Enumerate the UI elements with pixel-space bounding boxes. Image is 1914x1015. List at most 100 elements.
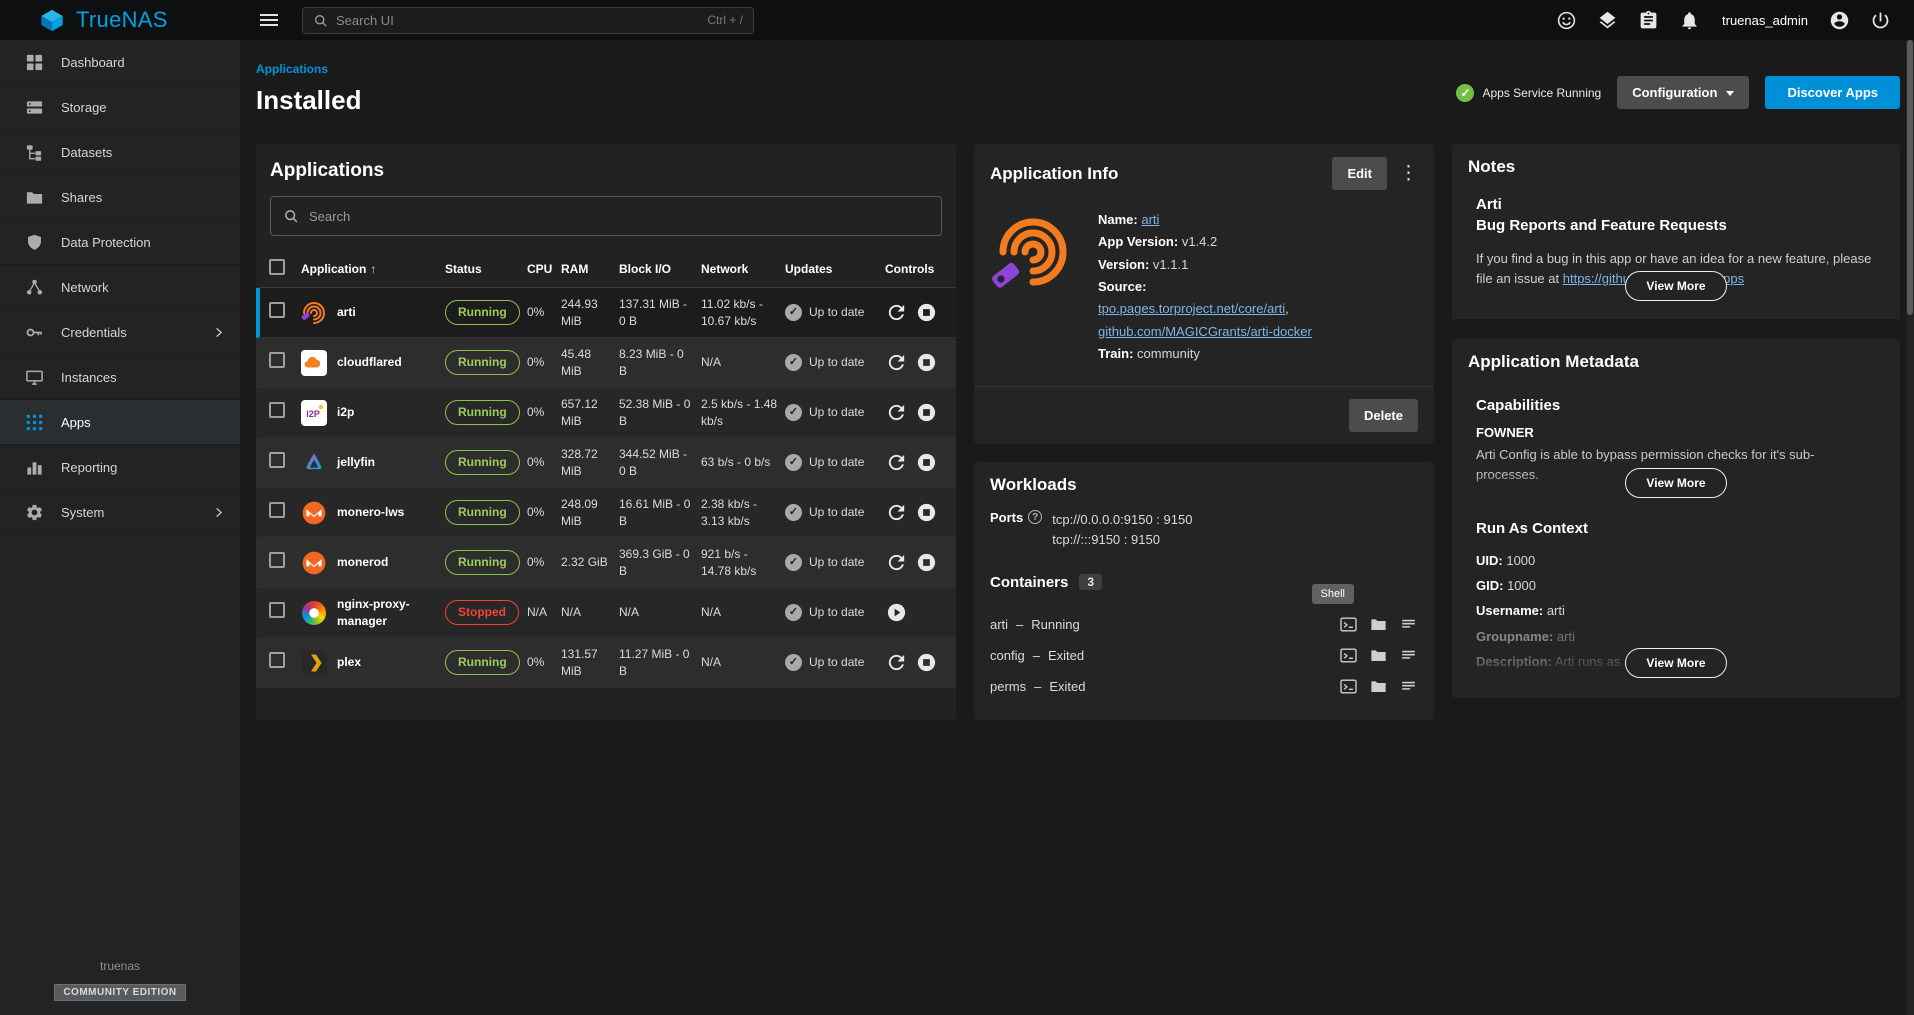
discover-apps-button[interactable]: Discover Apps	[1765, 76, 1900, 109]
user-account-icon[interactable]	[1829, 9, 1851, 31]
application-info-title: Application Info	[990, 164, 1332, 184]
delete-button[interactable]: Delete	[1349, 399, 1418, 432]
ports-help-icon[interactable]: ?	[1028, 510, 1042, 524]
status-badge: Running	[445, 300, 520, 324]
stop-app-button[interactable]	[915, 401, 938, 424]
sidebar-item-shares[interactable]: Shares	[0, 175, 240, 220]
sidebar-item-datasets[interactable]: Datasets	[0, 130, 240, 175]
checklist-clipboard-icon[interactable]	[1638, 9, 1660, 31]
container-browse-folder-icon[interactable]	[1369, 677, 1388, 696]
row-checkbox[interactable]	[269, 352, 285, 368]
cpu-value: 0%	[527, 554, 561, 570]
row-checkbox[interactable]	[269, 402, 285, 418]
table-row-i2p[interactable]: I2P i2p Running 0% 657.12 MiB 52.38 MiB …	[256, 388, 956, 438]
restart-app-button[interactable]	[885, 451, 908, 474]
sidebar-item-dashboard[interactable]: Dashboard	[0, 40, 240, 85]
app-name: plex	[337, 654, 361, 670]
source-link-1[interactable]: tpo.pages.torproject.net/core/arti	[1098, 301, 1285, 316]
table-row-monerod[interactable]: monerod Running 0% 2.32 GiB 369.3 GiB - …	[256, 538, 956, 588]
row-checkbox[interactable]	[269, 302, 285, 318]
container-logs-icon[interactable]	[1399, 646, 1418, 665]
configuration-button[interactable]: Configuration	[1617, 76, 1749, 109]
table-row-monero-lws[interactable]: monero-lws Running 0% 248.09 MiB 16.61 M…	[256, 488, 956, 538]
feedback-smiley-icon[interactable]	[1556, 9, 1578, 31]
container-logs-icon[interactable]	[1399, 677, 1418, 696]
ram-value: 244.93 MiB	[561, 296, 619, 328]
source-link-2[interactable]: github.com/MAGICGrants/arti-docker	[1098, 324, 1312, 339]
sidebar-item-credentials[interactable]: Credentials	[0, 310, 240, 355]
network-value: N/A	[701, 604, 785, 620]
restart-app-button[interactable]	[885, 351, 908, 374]
sidebar-item-apps[interactable]: Apps	[0, 400, 240, 445]
restart-app-button[interactable]	[885, 551, 908, 574]
global-search[interactable]: Ctrl + /	[302, 7, 754, 34]
container-browse-folder-icon[interactable]	[1369, 615, 1388, 634]
breadcrumb[interactable]: Applications	[256, 62, 328, 76]
sidebar-item-reporting[interactable]: Reporting	[0, 445, 240, 490]
network-value: 921 b/s - 14.78 kb/s	[701, 546, 785, 578]
column-application[interactable]: Application↑	[301, 261, 445, 277]
table-row-nginx-proxy-manager[interactable]: nginx-proxy-manager Stopped N/A N/A N/A …	[256, 588, 956, 638]
container-browse-folder-icon[interactable]	[1369, 646, 1388, 665]
hamburger-menu-icon[interactable]	[252, 5, 286, 35]
row-checkbox[interactable]	[269, 602, 285, 618]
notes-view-more-button[interactable]: View More	[1625, 271, 1726, 301]
container-shell-icon[interactable]	[1339, 677, 1358, 696]
column-cpu[interactable]: CPU	[527, 261, 561, 277]
table-row-jellyfin[interactable]: jellyfin Running 0% 328.72 MiB 344.52 Mi…	[256, 438, 956, 488]
capabilities-view-more-button[interactable]: View More	[1625, 468, 1726, 498]
restart-app-button[interactable]	[885, 401, 908, 424]
table-row-arti[interactable]: arti Running 0% 244.93 MiB 137.31 MiB - …	[256, 288, 956, 338]
stop-app-button[interactable]	[915, 351, 938, 374]
app-name-link[interactable]: arti	[1141, 212, 1159, 227]
app-name: jellyfin	[337, 454, 375, 470]
column-ram[interactable]: RAM	[561, 261, 619, 277]
scrollbar-thumb[interactable]	[1907, 40, 1913, 315]
edit-button[interactable]: Edit	[1332, 157, 1387, 190]
stop-app-button[interactable]	[915, 651, 938, 674]
row-checkbox[interactable]	[269, 652, 285, 668]
alerts-bell-icon[interactable]	[1679, 9, 1701, 31]
container-logs-icon[interactable]	[1399, 615, 1418, 634]
jobs-layers-icon[interactable]	[1597, 9, 1619, 31]
stop-app-button[interactable]	[915, 301, 938, 324]
global-search-input[interactable]	[336, 13, 699, 28]
container-shell-icon[interactable]	[1339, 615, 1358, 634]
restart-app-button[interactable]	[885, 501, 908, 524]
select-all-checkbox[interactable]	[269, 259, 285, 275]
sidebar-item-label: Shares	[61, 190, 102, 205]
sidebar-item-system[interactable]: System	[0, 490, 240, 535]
notes-title: Notes	[1468, 157, 1884, 177]
brand-name: TrueNAS	[76, 7, 168, 33]
column-block-io[interactable]: Block I/O	[619, 261, 701, 277]
sidebar-item-storage[interactable]: Storage	[0, 85, 240, 130]
row-checkbox[interactable]	[269, 452, 285, 468]
column-status[interactable]: Status	[445, 261, 527, 277]
row-checkbox[interactable]	[269, 502, 285, 518]
applications-search-input[interactable]	[309, 209, 929, 224]
sidebar-item-network[interactable]: Network	[0, 265, 240, 310]
table-row-cloudflared[interactable]: cloudflared Running 0% 45.48 MiB 8.23 Mi…	[256, 338, 956, 388]
stop-app-button[interactable]	[915, 551, 938, 574]
column-network[interactable]: Network	[701, 261, 785, 277]
row-checkbox[interactable]	[269, 552, 285, 568]
workloads-panel: Workloads Ports? tcp://0.0.0.0:9150 : 91…	[974, 462, 1434, 720]
app-name: monerod	[337, 554, 388, 570]
start-app-button[interactable]	[885, 601, 908, 624]
sidebar-item-data-protection[interactable]: Data Protection	[0, 220, 240, 265]
page-scrollbar[interactable]	[1906, 40, 1914, 1015]
stop-app-button[interactable]	[915, 501, 938, 524]
kebab-menu-icon[interactable]: ⋮	[1399, 164, 1418, 183]
monerod-app-icon	[301, 550, 327, 576]
service-running-check-icon: ✓	[1456, 84, 1474, 102]
container-shell-icon[interactable]	[1339, 646, 1358, 665]
applications-search[interactable]	[270, 196, 942, 236]
table-row-plex[interactable]: plex Running 0% 131.57 MiB 11.27 MiB - 0…	[256, 638, 956, 688]
power-icon[interactable]	[1870, 9, 1892, 31]
column-updates[interactable]: Updates	[785, 261, 885, 277]
stop-app-button[interactable]	[915, 451, 938, 474]
restart-app-button[interactable]	[885, 301, 908, 324]
restart-app-button[interactable]	[885, 651, 908, 674]
run-as-view-more-button[interactable]: View More	[1625, 648, 1726, 678]
sidebar-item-instances[interactable]: Instances	[0, 355, 240, 400]
